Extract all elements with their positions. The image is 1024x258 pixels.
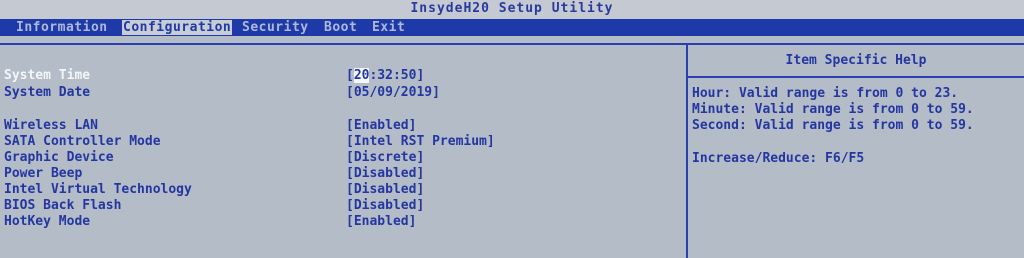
setting-value[interactable]: [Enabled] bbox=[346, 118, 416, 134]
help-title: Item Specific Help bbox=[785, 53, 927, 68]
time-value[interactable]: [20:32:50] bbox=[346, 68, 424, 84]
menu-configuration[interactable]: Configuration bbox=[122, 20, 233, 35]
setting-value[interactable]: [Disabled] bbox=[346, 198, 424, 214]
help-line-minute: Minute: Valid range is from 0 to 59. bbox=[692, 102, 974, 117]
setting-label: Power Beep bbox=[4, 166, 83, 181]
time-hour-field[interactable]: 20 bbox=[353, 68, 370, 83]
window-title: InsydeH20 Setup Utility bbox=[410, 1, 614, 16]
setting-label: SATA Controller Mode bbox=[4, 134, 161, 149]
help-line-second: Second: Valid range is from 0 to 59. bbox=[692, 118, 974, 133]
menu-bar: Information Configuration Security Boot … bbox=[0, 19, 1024, 36]
divider-top bbox=[0, 43, 1024, 45]
setting-value[interactable]: [Discrete] bbox=[346, 150, 424, 166]
setting-value[interactable]: [Disabled] bbox=[346, 182, 424, 198]
setting-value[interactable]: [05/09/2019] bbox=[346, 85, 440, 101]
setting-label: System Time bbox=[4, 68, 91, 83]
setting-value[interactable]: [Intel RST Premium] bbox=[346, 134, 495, 150]
setting-value[interactable]: [Enabled] bbox=[346, 214, 416, 230]
setting-label: HotKey Mode bbox=[4, 214, 91, 229]
time-rest: :32:50] bbox=[369, 68, 425, 83]
menu-information[interactable]: Information bbox=[16, 20, 108, 35]
menu-boot[interactable]: Boot bbox=[324, 20, 357, 35]
menu-security[interactable]: Security bbox=[242, 20, 309, 35]
setting-value[interactable]: [Disabled] bbox=[346, 166, 424, 182]
setting-label: BIOS Back Flash bbox=[4, 198, 122, 213]
menu-exit[interactable]: Exit bbox=[372, 20, 405, 35]
help-line-keys: Increase/Reduce: F6/F5 bbox=[692, 151, 865, 166]
setting-label: Graphic Device bbox=[4, 150, 114, 165]
divider-help-header bbox=[688, 76, 1024, 78]
setting-label: Intel Virtual Technology bbox=[4, 182, 192, 197]
help-line-hour: Hour: Valid range is from 0 to 23. bbox=[692, 86, 959, 101]
setting-label: Wireless LAN bbox=[4, 118, 98, 133]
setting-label: System Date bbox=[4, 85, 91, 100]
title-bar: InsydeH20 Setup Utility bbox=[0, 0, 1024, 19]
